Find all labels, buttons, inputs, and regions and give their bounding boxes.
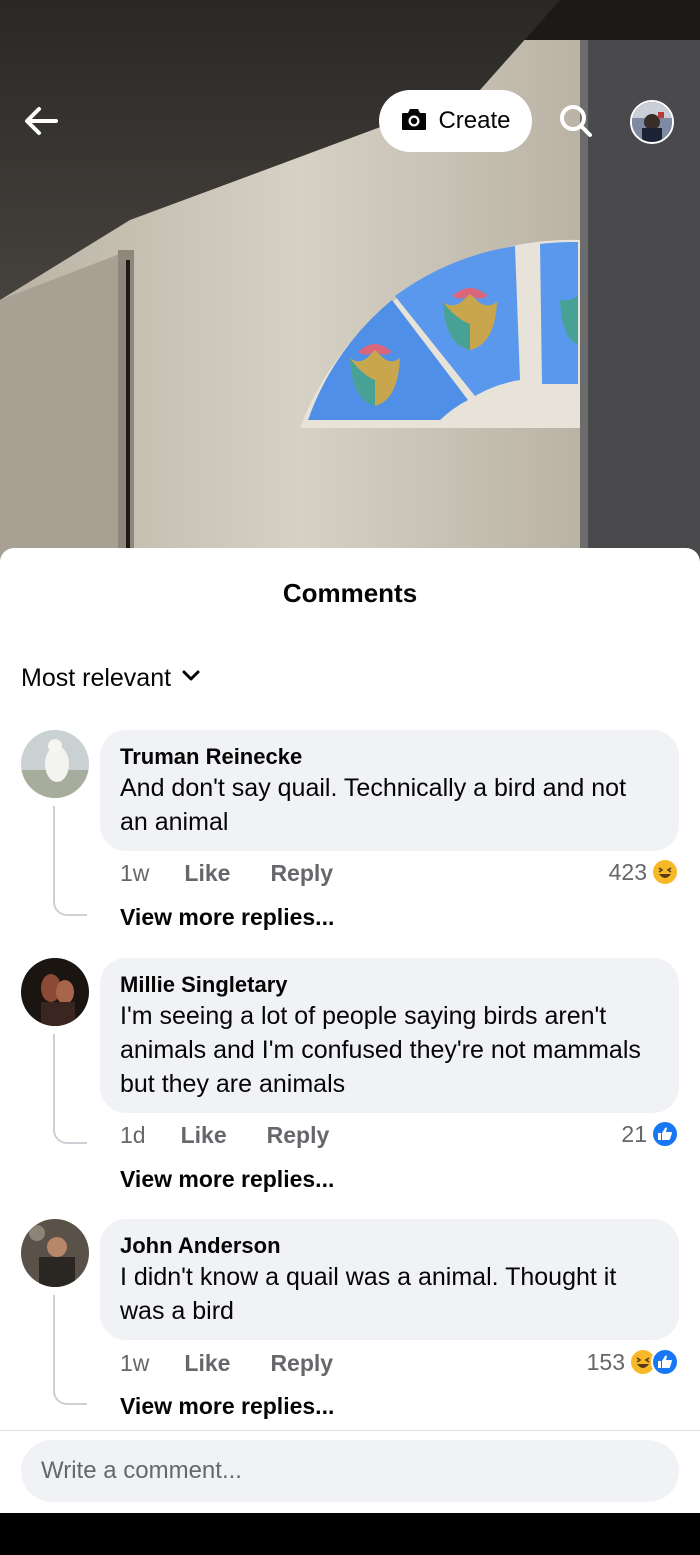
comment-input[interactable]: [41, 1457, 659, 1485]
comment-actions: 1d Like Reply: [120, 1122, 369, 1149]
view-more-replies[interactable]: View more replies...: [120, 1393, 334, 1420]
avatar[interactable]: [21, 730, 89, 798]
search-icon: [557, 102, 595, 145]
reply-button[interactable]: Reply: [270, 860, 333, 887]
comment-author[interactable]: Millie Singletary: [120, 971, 659, 999]
reaction-summary[interactable]: 153: [587, 1348, 679, 1376]
profile-avatar[interactable]: [630, 100, 674, 144]
view-more-replies[interactable]: View more replies...: [120, 904, 334, 931]
search-button[interactable]: [552, 100, 600, 146]
comment-text: And don't say quail. Technically a bird …: [120, 774, 627, 836]
create-button-label: Create: [438, 107, 511, 134]
reply-button[interactable]: Reply: [270, 1350, 333, 1377]
comment-time: 1w: [120, 1350, 150, 1376]
comment-bubble: Truman Reinecke And don't say quail. Tec…: [100, 730, 679, 851]
like-button[interactable]: Like: [184, 860, 230, 887]
reaction-count: 153: [586, 1348, 625, 1375]
comment-time: 1w: [120, 860, 150, 886]
reply-thread-line: [53, 806, 87, 916]
arrow-left-icon: [22, 102, 60, 145]
like-reaction-icon: [651, 1120, 679, 1148]
view-more-replies[interactable]: View more replies...: [120, 1166, 334, 1193]
chevron-down-icon: [181, 669, 201, 688]
comment-bubble: Millie Singletary I'm seeing a lot of pe…: [100, 958, 679, 1113]
sort-label: Most relevant: [21, 664, 172, 692]
reaction-summary[interactable]: 423: [609, 858, 679, 886]
haha-reaction-icon: [651, 858, 679, 886]
reply-button[interactable]: Reply: [267, 1122, 330, 1149]
create-button[interactable]: Create: [379, 90, 532, 152]
comment-time: 1d: [120, 1122, 146, 1148]
camera-icon: [400, 106, 428, 137]
comment-actions: 1w Like Reply: [120, 1350, 373, 1377]
top-bar: Create: [0, 86, 700, 156]
comment-author[interactable]: John Anderson: [120, 1232, 659, 1260]
comment-text: I didn't know a quail was a animal. Thou…: [120, 1263, 617, 1325]
like-button[interactable]: Like: [184, 1350, 230, 1377]
back-button[interactable]: [18, 100, 64, 146]
comment-bubble: John Anderson I didn't know a quail was …: [100, 1219, 679, 1340]
sheet-title: Comments: [282, 578, 418, 608]
reply-thread-line: [53, 1034, 87, 1144]
reaction-summary[interactable]: 21: [621, 1120, 679, 1148]
composer-divider: [0, 1430, 700, 1431]
avatar[interactable]: [21, 1219, 89, 1287]
avatar[interactable]: [21, 958, 89, 1026]
system-nav-bar: [0, 1513, 700, 1555]
comment-composer[interactable]: [21, 1440, 679, 1502]
like-reaction-icon: [651, 1348, 679, 1376]
like-button[interactable]: Like: [181, 1122, 227, 1149]
comments-sheet: Comments Most relevant Truman Reinecke A…: [0, 548, 700, 1513]
reaction-count: 423: [608, 858, 647, 885]
comment-text: I'm seeing a lot of people saying birds …: [120, 1002, 641, 1098]
reply-thread-line: [53, 1295, 87, 1405]
comment-actions: 1w Like Reply: [120, 860, 373, 887]
reaction-count: 21: [621, 1120, 647, 1147]
comment-author[interactable]: Truman Reinecke: [120, 743, 659, 771]
sort-dropdown[interactable]: Most relevant: [21, 664, 201, 693]
